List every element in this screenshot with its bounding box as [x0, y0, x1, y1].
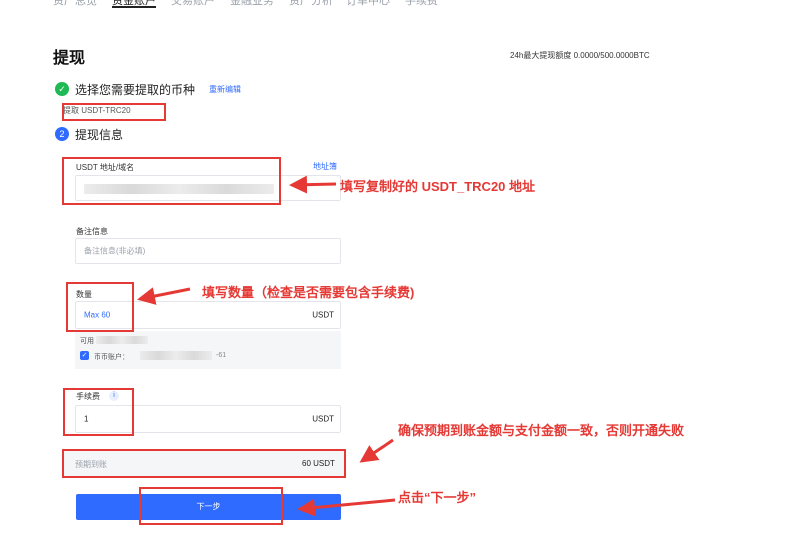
- withdraw-limit: 24h最大提现额度 0.0000/500.0000BTC: [510, 51, 650, 60]
- step2-label: 提现信息: [75, 128, 124, 142]
- blurred-coin-balance: [140, 351, 212, 360]
- amount-unit: USDT: [312, 310, 334, 320]
- coin-account-checkbox[interactable]: ✓: [80, 351, 89, 360]
- annotation-expected: 确保预期到账金额与支付金额一致，否则开通失败: [398, 423, 685, 438]
- tab-order-center[interactable]: 订单中心: [346, 0, 390, 8]
- highlight-fee: [63, 388, 134, 436]
- highlight-amount: [66, 282, 134, 332]
- highlight-next-button: [139, 487, 283, 525]
- arrow-expected: [359, 438, 394, 463]
- coin-account-value: -61: [216, 352, 227, 359]
- tab-finance[interactable]: 金融业务: [230, 0, 274, 8]
- memo-input[interactable]: 备注信息(非必填): [75, 238, 341, 264]
- blurred-available: [96, 336, 148, 344]
- memo-placeholder: 备注信息(非必填): [84, 246, 146, 256]
- tab-asset-analysis[interactable]: 资产分析: [289, 0, 333, 8]
- page-title: 提现: [53, 50, 86, 67]
- highlight-address: [62, 157, 281, 205]
- available-label: 可用: [80, 338, 94, 345]
- tab-asset-overview[interactable]: 资产总览: [53, 0, 97, 8]
- step2-number-badge: 2: [55, 127, 69, 141]
- address-book-link[interactable]: 地址簿: [313, 161, 337, 172]
- tab-fees[interactable]: 手续费: [405, 0, 438, 8]
- fee-unit: USDT: [312, 414, 334, 424]
- active-tab-underline: [112, 6, 156, 8]
- highlight-expected: [62, 449, 346, 478]
- top-nav: 资产总览 资金账户 交易账户 金融业务 资产分析 订单中心 手续费: [0, 0, 786, 14]
- tab-trading-account[interactable]: 交易账户: [171, 0, 215, 8]
- annotation-next: 点击“下一步”: [398, 490, 477, 505]
- check-circle-icon: ✓: [55, 82, 69, 96]
- reedit-link[interactable]: 重新编辑: [209, 84, 241, 95]
- coin-account-label: 币币账户：: [94, 354, 129, 361]
- highlight-selected-coin: [62, 103, 166, 121]
- annotation-address: 填写复制好的 USDT_TRC20 地址: [340, 179, 536, 194]
- memo-label: 备注信息: [76, 227, 108, 236]
- annotation-amount: 填写数量（检查是否需要包含手续费): [202, 285, 415, 300]
- arrow-amount: [137, 287, 191, 305]
- step1-label: 选择您需要提取的币种: [75, 83, 196, 97]
